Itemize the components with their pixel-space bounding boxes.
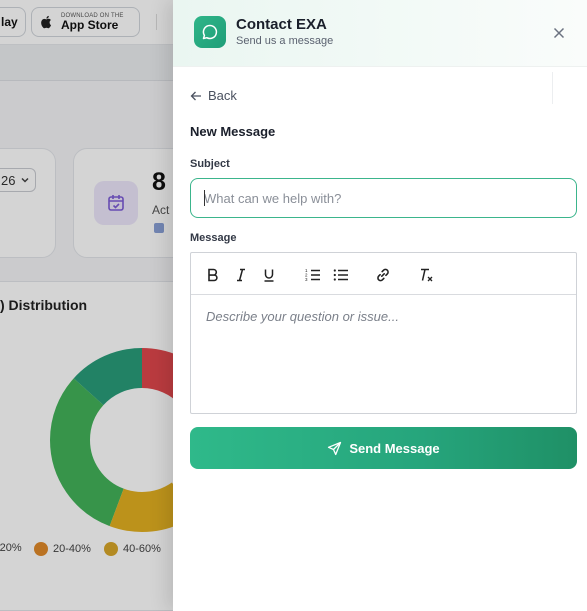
clear-format-icon [421,268,433,282]
send-message-button[interactable]: Send Message [190,427,577,469]
chat-bubble-tile [194,16,226,48]
bold-button[interactable] [203,265,223,285]
italic-icon [237,268,245,282]
send-icon [328,441,342,455]
subject-label: Subject [190,158,230,170]
ordered-list-button[interactable]: 123 [303,265,323,285]
clear-format-button[interactable] [417,265,437,285]
drawer-header: Contact EXA Send us a message [173,0,587,67]
editor-toolbar: 123 [191,253,576,295]
text-caret [204,190,205,206]
underline-button[interactable] [259,265,279,285]
svg-text:3: 3 [305,277,308,282]
message-editor[interactable]: 123 Describe your question or issue... [190,252,577,414]
link-icon [377,268,389,282]
underline-icon [264,269,274,282]
bullet-list-icon [333,269,348,281]
message-placeholder: Describe your question or issue... [206,309,399,324]
bullet-list-button[interactable] [331,265,351,285]
italic-button[interactable] [231,265,251,285]
chat-bubble-icon [202,24,218,40]
bold-icon [208,268,218,282]
close-icon [553,27,565,39]
message-label: Message [190,232,237,244]
section-title: New Message [190,124,276,139]
send-label: Send Message [349,440,440,456]
contact-drawer: Contact EXA Send us a message Back New M… [173,0,587,611]
arrow-left-icon [190,91,201,100]
drawer-scrollbar[interactable] [552,72,553,104]
drawer-subtitle: Send us a message [236,35,334,47]
back-label: Back [208,88,237,103]
subject-input[interactable] [190,178,577,218]
close-button[interactable] [547,23,571,43]
back-link[interactable]: Back [190,88,237,103]
drawer-title: Contact EXA [236,16,327,33]
ordered-list-icon: 123 [305,268,320,282]
link-button[interactable] [373,265,393,285]
